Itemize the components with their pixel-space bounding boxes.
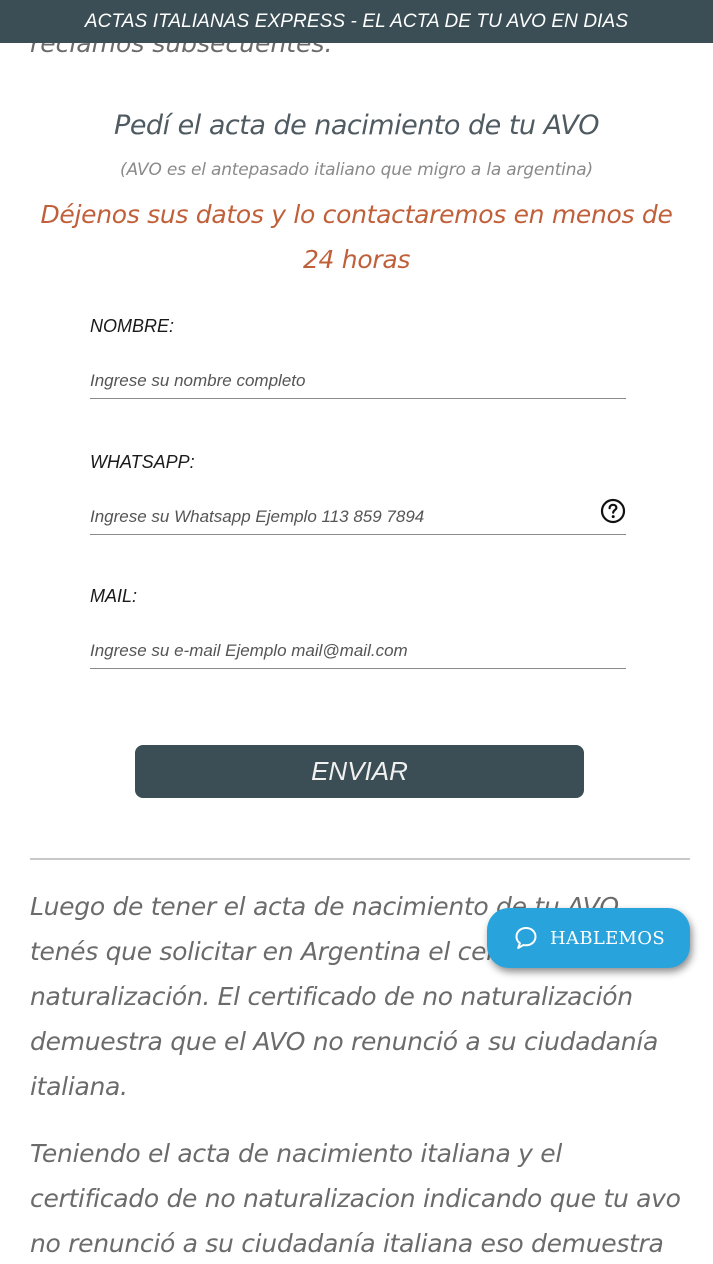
chat-widget-label: HABLEMOS bbox=[550, 927, 665, 949]
chat-bubble-icon bbox=[515, 927, 537, 949]
mail-input[interactable] bbox=[90, 634, 626, 669]
body-paragraph-2: Teniendo el acta de nacimiento italiana … bbox=[30, 1139, 681, 1258]
contact-callout: Déjenos sus datos y lo contactaremos en … bbox=[40, 200, 673, 274]
name-input[interactable] bbox=[90, 364, 626, 399]
section-divider bbox=[30, 858, 690, 860]
whatsapp-label: WHATSAPP: bbox=[90, 452, 195, 472]
form-subtitle: (AVO es el antepasado italiano que migro… bbox=[120, 160, 593, 180]
chat-widget-button[interactable]: HABLEMOS bbox=[487, 908, 690, 968]
top-banner-text: ACTAS ITALIANAS EXPRESS - EL ACTA DE TU … bbox=[84, 10, 629, 32]
question-circle-icon[interactable] bbox=[600, 498, 626, 524]
mail-label: MAIL: bbox=[90, 586, 138, 606]
submit-button[interactable]: ENVIAR bbox=[135, 745, 584, 798]
top-banner: ACTAS ITALIANAS EXPRESS - EL ACTA DE TU … bbox=[0, 0, 713, 43]
name-label: NOMBRE: bbox=[90, 316, 175, 336]
submit-button-label: ENVIAR bbox=[311, 756, 408, 786]
whatsapp-input[interactable] bbox=[90, 500, 626, 535]
form-title: Pedí el acta de nacimiento de tu AVO bbox=[114, 110, 599, 141]
